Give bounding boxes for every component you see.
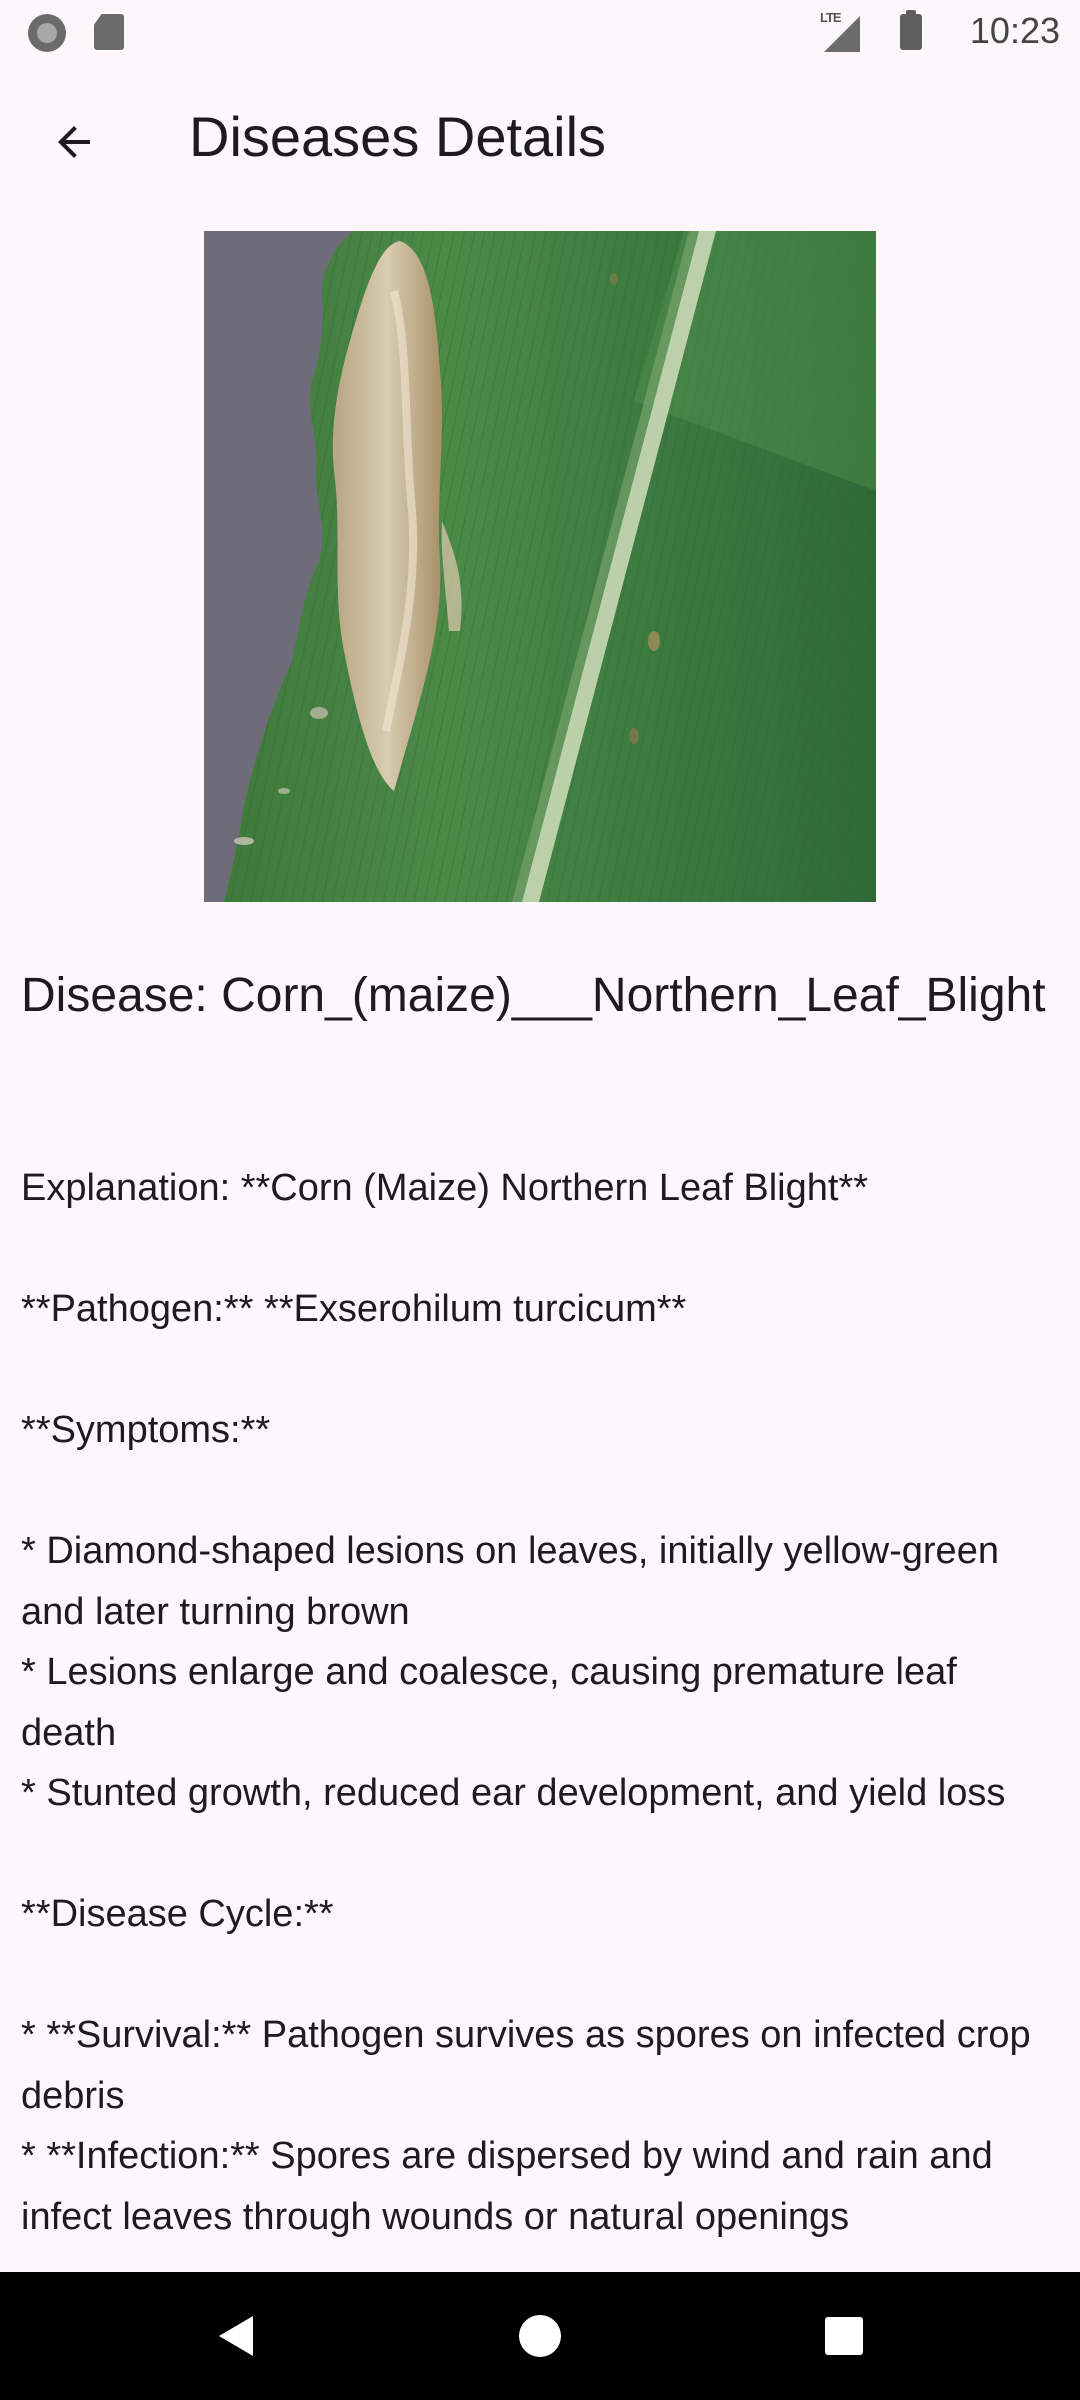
nav-recents-button[interactable] xyxy=(774,2272,914,2400)
nav-back-button[interactable] xyxy=(166,2272,306,2400)
system-nav-bar xyxy=(0,2272,1080,2400)
arrow-back-icon xyxy=(58,126,90,158)
back-button[interactable] xyxy=(34,102,114,182)
page-title: Diseases Details xyxy=(189,105,607,168)
disease-explanation: Explanation: **Corn (Maize) Northern Lea… xyxy=(21,1167,1031,2238)
battery-icon xyxy=(900,10,922,50)
lte-signal-icon: LTE xyxy=(820,10,860,52)
home-circle-icon xyxy=(519,2315,561,2357)
back-triangle-icon xyxy=(219,2316,253,2356)
screen: LTE 10:23 Diseases Details Disease: Corn… xyxy=(0,0,1080,2400)
sd-card-icon xyxy=(94,14,124,50)
disease-image xyxy=(204,231,876,902)
nav-home-button[interactable] xyxy=(470,2272,610,2400)
disease-name: Disease: Corn_(maize)___Northern_Leaf_Bl… xyxy=(21,969,1046,1022)
status-bar: LTE 10:23 xyxy=(0,0,1080,64)
recents-square-icon xyxy=(825,2317,863,2355)
app-bar: Diseases Details xyxy=(0,64,1080,208)
corn-leaf-photo xyxy=(204,231,876,902)
status-time: 10:23 xyxy=(969,10,1060,51)
screen-record-icon xyxy=(28,14,66,52)
